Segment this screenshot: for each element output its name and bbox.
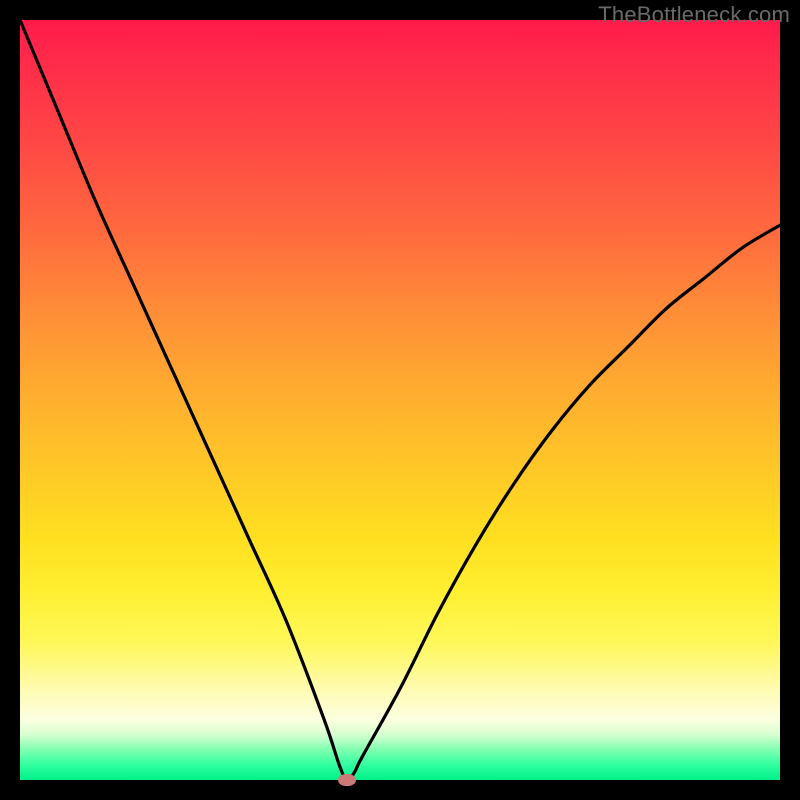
chart-container: TheBottleneck.com: [0, 0, 800, 800]
watermark-text: TheBottleneck.com: [598, 2, 790, 28]
bottleneck-curve-path: [20, 20, 780, 780]
curve-svg: [20, 20, 780, 780]
optimal-point-marker: [338, 774, 356, 786]
